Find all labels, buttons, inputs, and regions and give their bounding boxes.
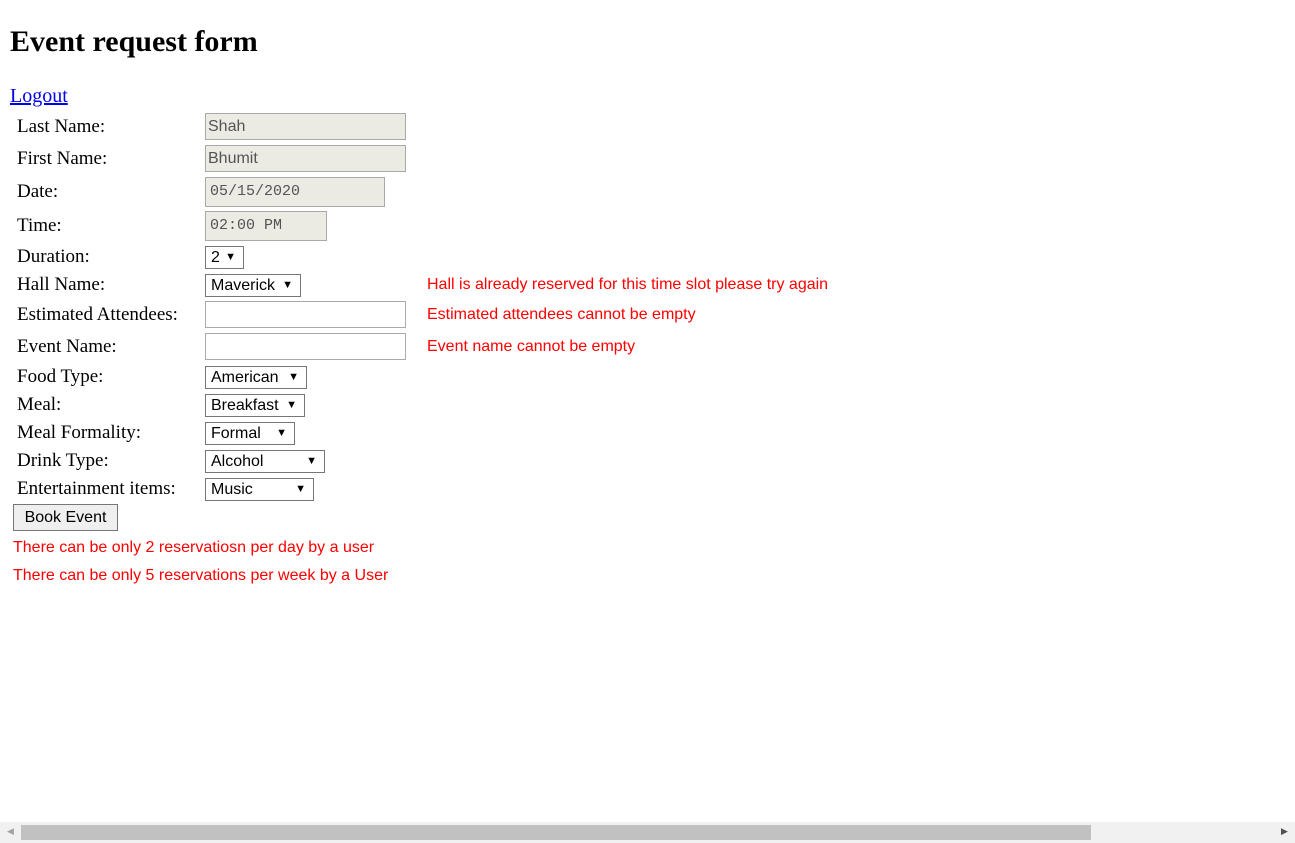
chevron-down-icon: ▼: [288, 371, 299, 383]
chevron-down-icon: ▼: [225, 251, 236, 263]
entertainment-row: Entertainment items: Music ▼: [0, 478, 1000, 508]
meal-formality-select[interactable]: Formal ▼: [205, 422, 295, 445]
hall-name-row: Hall Name: Maverick ▼ Hall is already re…: [0, 274, 1000, 304]
time-row: Time: 02:00 PM: [0, 211, 1000, 241]
arrow-left-icon[interactable]: ◀: [2, 822, 19, 843]
meal-value: Breakfast: [211, 397, 279, 414]
duration-select[interactable]: 2 ▼: [205, 246, 244, 269]
time-label: Time:: [17, 215, 62, 236]
event-request-page: Event request form Logout Last Name: Sha…: [0, 0, 1295, 843]
first-name-field[interactable]: Bhumit: [205, 145, 406, 172]
chevron-down-icon: ▼: [286, 399, 297, 411]
attendees-row: Estimated Attendees: Estimated attendees…: [0, 301, 1000, 331]
food-type-value: American: [211, 369, 279, 386]
duration-row: Duration: 2 ▼: [0, 246, 1000, 276]
date-row: Date: 05/15/2020: [0, 177, 1000, 207]
event-name-row: Event Name: Event name cannot be empty: [0, 333, 1000, 363]
time-field[interactable]: 02:00 PM: [205, 211, 327, 241]
date-field[interactable]: 05/15/2020: [205, 177, 385, 207]
meal-formality-label: Meal Formality:: [17, 422, 142, 443]
attendees-input[interactable]: [205, 301, 406, 328]
duration-value: 2: [211, 249, 220, 266]
drink-type-row: Drink Type: Alcohol ▼: [0, 450, 1000, 480]
per-day-error: There can be only 2 reservatiosn per day…: [13, 539, 375, 556]
first-name-row: First Name: Bhumit: [0, 145, 1000, 175]
per-week-error: There can be only 5 reservations per wee…: [13, 567, 389, 584]
chevron-down-icon: ▼: [282, 279, 293, 291]
scrollbar-thumb[interactable]: [21, 825, 1091, 840]
event-name-error: Event name cannot be empty: [427, 338, 636, 355]
first-name-label: First Name:: [17, 148, 108, 169]
logout-link[interactable]: Logout: [10, 84, 68, 108]
drink-type-label: Drink Type:: [17, 450, 109, 471]
entertainment-label: Entertainment items:: [17, 478, 176, 499]
chevron-down-icon: ▼: [295, 483, 306, 495]
drink-type-value: Alcohol: [211, 453, 264, 470]
meal-row: Meal: Breakfast ▼: [0, 394, 1000, 424]
hall-name-select[interactable]: Maverick ▼: [205, 274, 301, 297]
food-type-label: Food Type:: [17, 366, 104, 387]
date-label: Date:: [17, 181, 59, 202]
last-name-field[interactable]: Shah: [205, 113, 406, 140]
food-type-select[interactable]: American ▼: [205, 366, 307, 389]
arrow-right-icon[interactable]: ▶: [1276, 822, 1293, 843]
hall-name-value: Maverick: [211, 277, 276, 294]
drink-type-select[interactable]: Alcohol ▼: [205, 450, 325, 473]
meal-label: Meal:: [17, 394, 62, 415]
meal-formality-row: Meal Formality: Formal ▼: [0, 422, 1000, 452]
attendees-label: Estimated Attendees:: [17, 304, 178, 325]
hall-name-label: Hall Name:: [17, 274, 106, 295]
duration-label: Duration:: [17, 246, 90, 267]
event-name-input[interactable]: [205, 333, 406, 360]
last-name-row: Last Name: Shah: [0, 113, 1000, 143]
chevron-down-icon: ▼: [306, 455, 317, 467]
entertainment-value: Music: [211, 481, 253, 498]
page-title: Event request form: [10, 25, 258, 58]
food-type-row: Food Type: American ▼: [0, 366, 1000, 396]
meal-formality-value: Formal: [211, 425, 261, 442]
horizontal-scrollbar[interactable]: ◀ ▶: [0, 822, 1295, 843]
book-event-button[interactable]: Book Event: [13, 504, 118, 531]
last-name-label: Last Name:: [17, 116, 106, 137]
meal-select[interactable]: Breakfast ▼: [205, 394, 305, 417]
entertainment-select[interactable]: Music ▼: [205, 478, 314, 501]
event-name-label: Event Name:: [17, 336, 117, 357]
attendees-error: Estimated attendees cannot be empty: [427, 306, 696, 323]
hall-name-error: Hall is already reserved for this time s…: [427, 276, 829, 293]
chevron-down-icon: ▼: [276, 427, 287, 439]
